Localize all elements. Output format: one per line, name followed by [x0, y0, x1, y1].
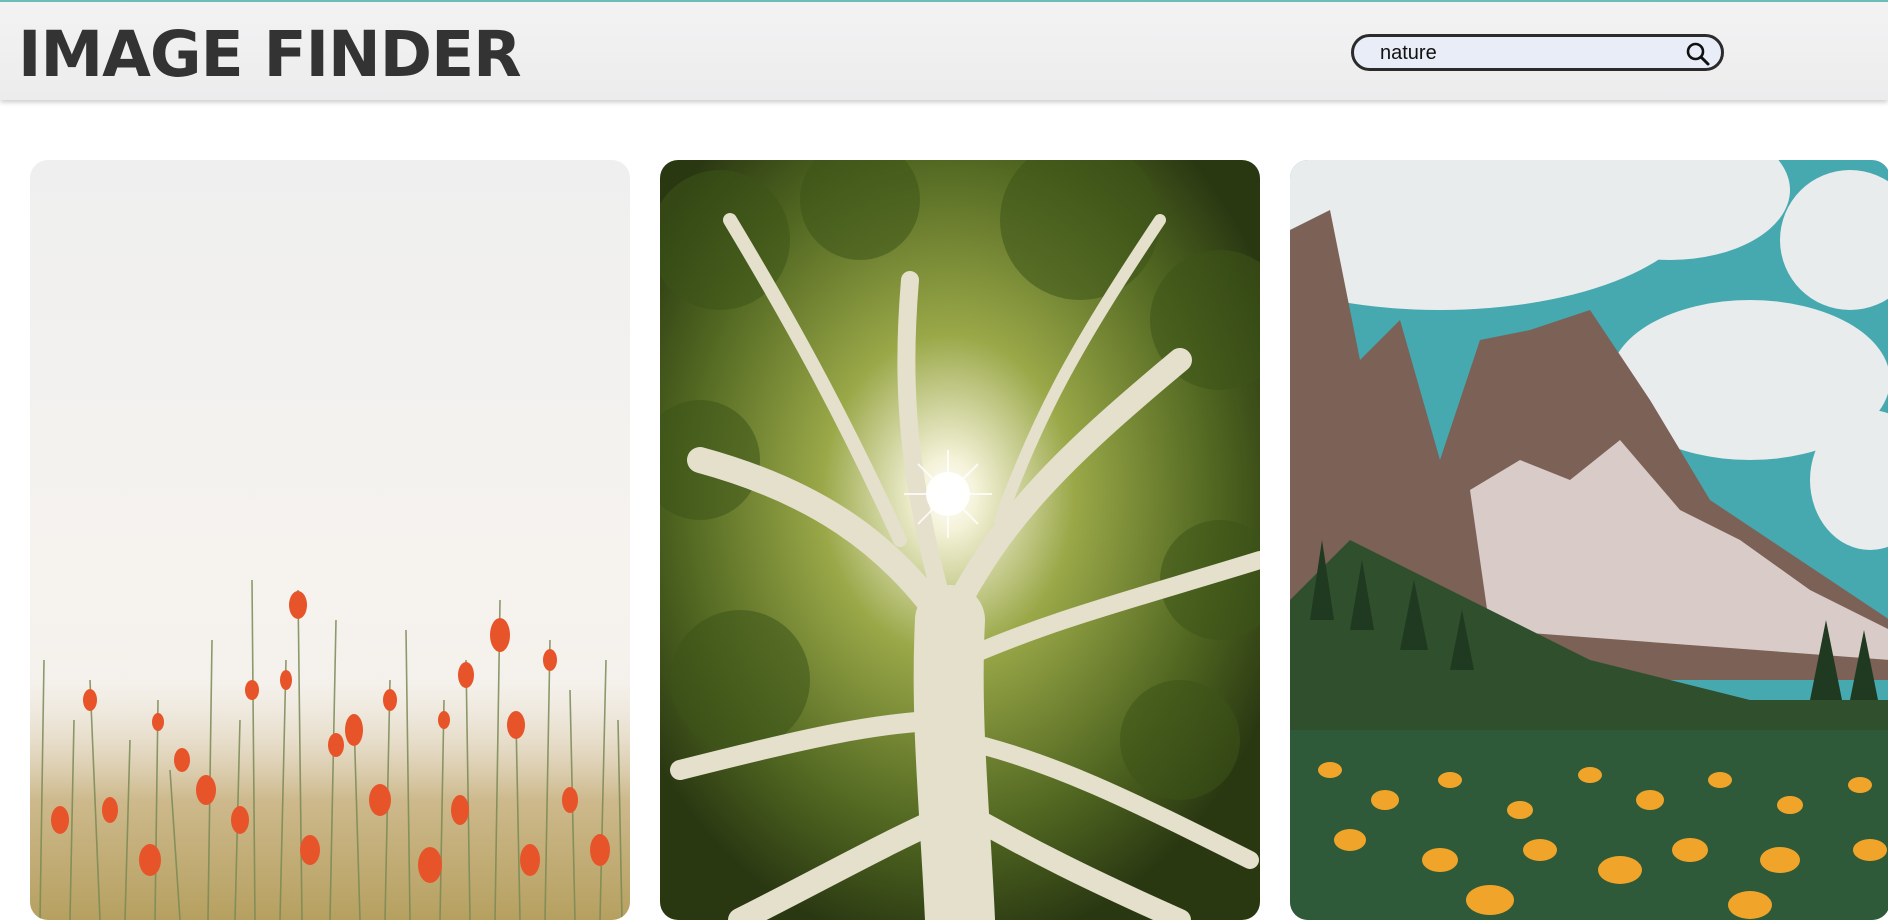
poppy-field-image[interactable]	[30, 160, 630, 920]
app-title: IMAGE FINDER	[18, 18, 522, 91]
mountain-meadow-image[interactable]	[1290, 160, 1888, 920]
search-box[interactable]	[1351, 34, 1724, 71]
tree-canopy-image[interactable]	[660, 160, 1260, 920]
search-icon[interactable]	[1685, 41, 1711, 67]
image-gallery	[0, 160, 1888, 920]
search-input[interactable]	[1380, 41, 1670, 65]
app-header: IMAGE FINDER	[0, 0, 1888, 100]
